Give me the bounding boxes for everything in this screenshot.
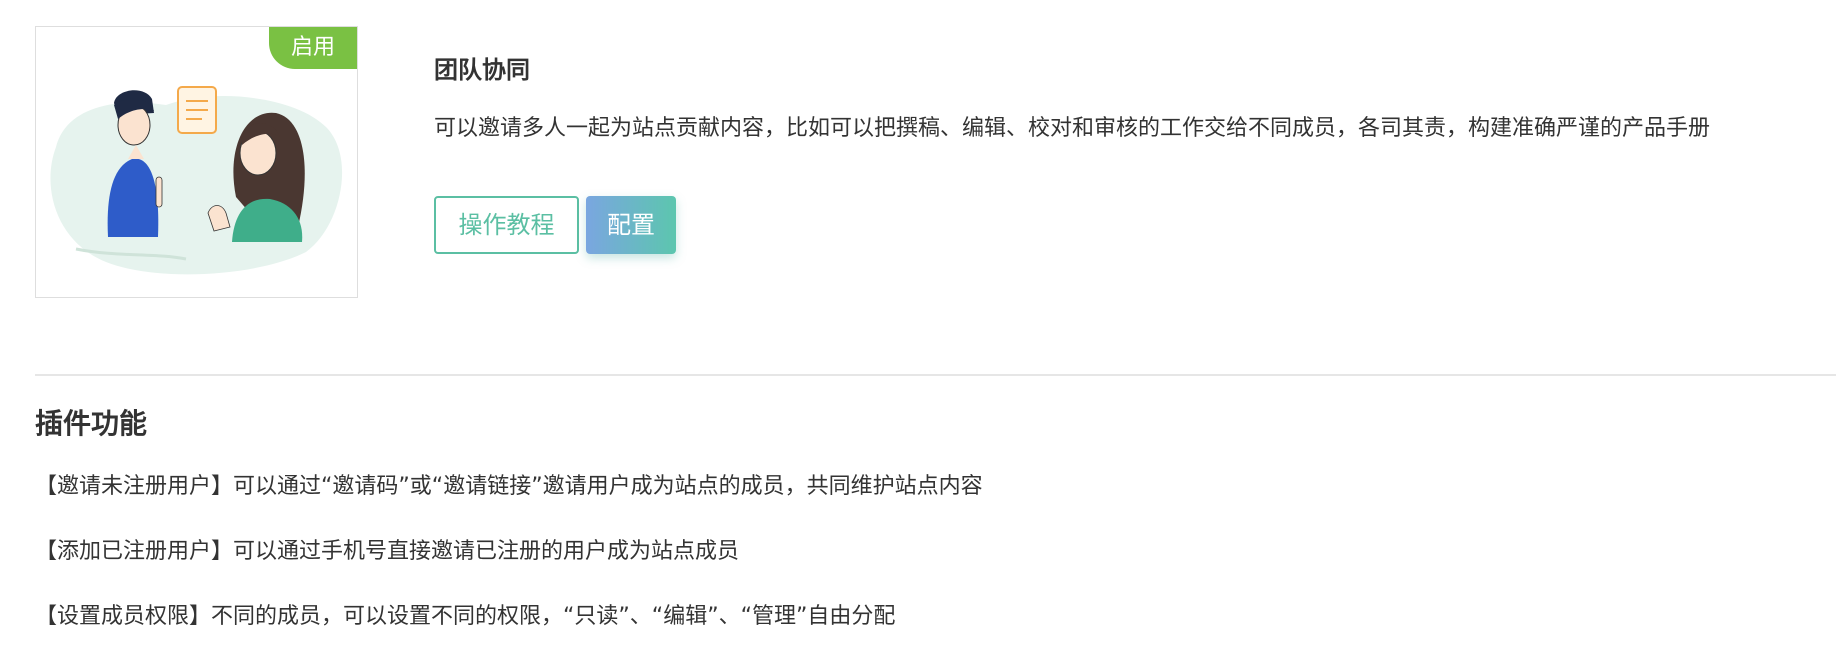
plugin-title: 团队协同 (434, 56, 530, 84)
plugin-description: 可以邀请多人一起为站点贡献内容，比如可以把撰稿、编辑、校对和审核的工作交给不同成… (434, 116, 1711, 141)
plugin-detail-page: 启用 团队协同 可以邀请多人一起为站点贡献内容，比如可以把撰稿、编辑、校对和审核… (0, 0, 1836, 660)
feature-item: 【添加已注册用户】可以通过手机号直接邀请已注册的用户成为站点成员 (35, 539, 740, 564)
section-divider (35, 374, 1836, 376)
status-badge: 启用 (269, 27, 357, 69)
feature-item: 【邀请未注册用户】可以通过“邀请码”或“邀请链接”邀请用户成为站点的成员，共同维… (35, 474, 983, 499)
features-section-title: 插件功能 (35, 407, 148, 440)
plugin-thumbnail: 启用 (35, 26, 358, 298)
config-button[interactable]: 配置 (586, 196, 676, 254)
tutorial-button[interactable]: 操作教程 (434, 196, 579, 254)
feature-item: 【设置成员权限】不同的成员，可以设置不同的权限，“只读”、“编辑”、“管理”自由… (35, 604, 896, 629)
